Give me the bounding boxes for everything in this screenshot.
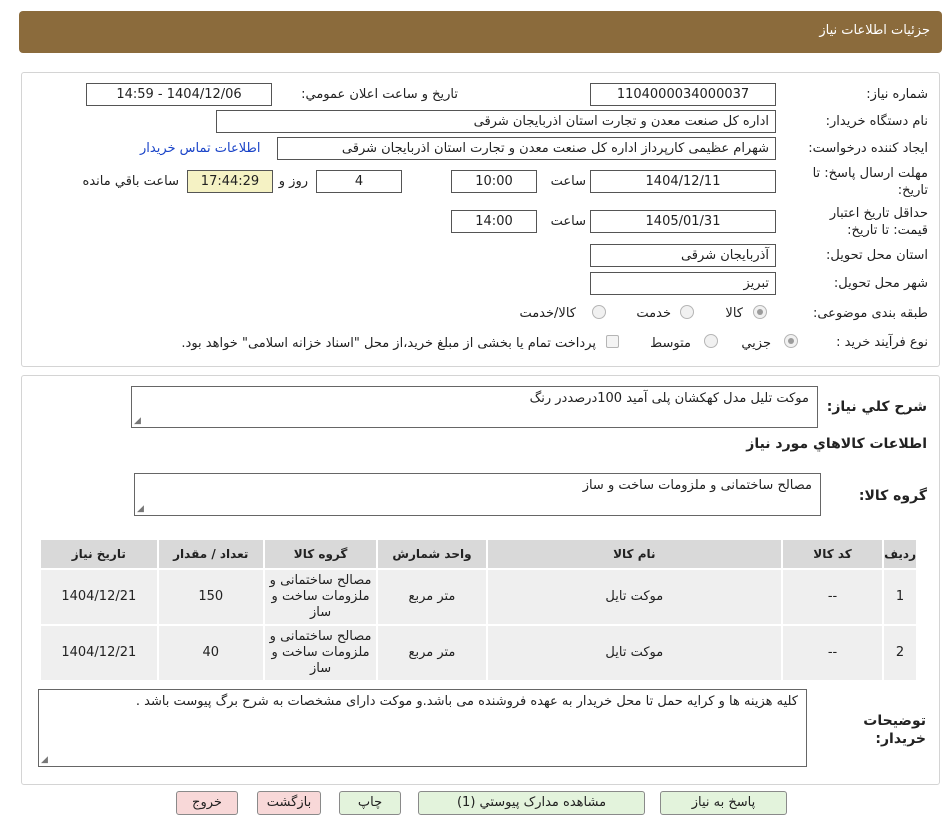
page-header: جزئیات اطلاعات نیاز [19, 11, 942, 53]
summary-label: شرح کلي نياز: [826, 399, 927, 415]
category-radio-goods-service[interactable] [592, 305, 606, 319]
city-field: تبریز [590, 272, 776, 295]
process-label: نوع فرآيند خريد : [836, 335, 928, 350]
cell-row: 1 [882, 568, 918, 626]
page-title: جزئیات اطلاعات نیاز [819, 23, 930, 38]
reply-days-field: 4 [316, 170, 402, 193]
need-number-field: 1104000034000037 [590, 83, 776, 106]
cell-date: 1404/12/21 [39, 568, 159, 626]
col-header-row: رديف [882, 538, 918, 570]
reply-button[interactable]: پاسخ به نياز [660, 791, 787, 815]
category-option-goods: کالا [725, 306, 743, 321]
cell-qty: 150 [156, 568, 265, 626]
treasury-note: پرداخت تمام یا بخشی از مبلغ خرید،از محل … [181, 336, 596, 351]
requester-label: ايجاد کننده درخواست: [808, 141, 928, 156]
goods-group-label: گروه کالا: [858, 488, 927, 504]
items-table: رديف کد کالا نام کالا واحد شمارش گروه کا… [39, 538, 918, 682]
reply-date-field: 1404/12/11 [590, 170, 776, 193]
process-radio-minor[interactable] [784, 334, 798, 348]
price-validity-date-field: 1405/01/31 [590, 210, 776, 233]
resize-grip-icon[interactable]: ◢ [41, 755, 48, 765]
price-validity-time-label: ساعت [550, 214, 586, 229]
cell-group: مصالح ساختمانی و ملزومات ساخت و ساز [262, 624, 379, 682]
attachments-button[interactable]: مشاهده مدارک پيوستي (1) [418, 791, 645, 815]
cell-code: -- [780, 568, 885, 626]
announce-field: 1404/12/06 - 14:59 [86, 83, 272, 106]
province-field: آذربایجان شرقی [590, 244, 776, 267]
summary-field: موکت تلیل مدل کهکشان پلی آمید 100درصددر … [131, 386, 818, 428]
price-validity-label: حداقل تاريخ اعتبار [829, 206, 928, 221]
buyer-contact-link[interactable]: اطلاعات تماس خريدار [140, 141, 260, 156]
category-radio-service[interactable] [680, 305, 694, 319]
col-header-unit: واحد شمارش [376, 538, 488, 570]
price-validity-time-field: 14:00 [451, 210, 537, 233]
notes-label: توضيحات [863, 713, 926, 729]
cell-unit: متر مربع [376, 624, 488, 682]
need-number-label: شماره نیاز: [866, 87, 928, 102]
reply-days-label: روز و [278, 174, 308, 189]
col-header-qty: تعداد / مقدار [156, 538, 265, 570]
reply-time-field: 10:00 [451, 170, 537, 193]
remaining-time-field: 17:44:29 [187, 170, 273, 193]
col-header-group: گروه کالا [262, 538, 379, 570]
col-header-code: کد کالا [780, 538, 885, 570]
cell-date: 1404/12/21 [39, 624, 159, 682]
treasury-checkbox[interactable] [606, 335, 619, 348]
cell-qty: 40 [156, 624, 265, 682]
cell-unit: متر مربع [376, 568, 488, 626]
resize-grip-icon[interactable]: ◢ [137, 504, 144, 514]
cell-group: مصالح ساختمانی و ملزومات ساخت و ساز [262, 568, 379, 626]
cell-code: -- [780, 624, 885, 682]
reply-time-label: ساعت [550, 174, 586, 189]
cell-row: 2 [882, 624, 918, 682]
remaining-time-label: ساعت باقي مانده [82, 174, 179, 189]
col-header-date: تاريخ نياز [39, 538, 159, 570]
notes-field: کلیه هزینه ها و کرایه حمل تا محل خریدار … [38, 689, 807, 767]
goods-group-text: مصالح ساختمانی و ملزومات ساخت و ساز [582, 478, 812, 493]
process-radio-medium[interactable] [704, 334, 718, 348]
cell-name: موکت تایل [485, 568, 783, 626]
process-option-minor: جزيي [741, 336, 771, 351]
reply-deadline-label: مهلت ارسال پاسخ: تا [812, 166, 928, 181]
reply-deadline-label-2: تاریخ: [897, 183, 928, 198]
notes-text: کلیه هزینه ها و کرایه حمل تا محل خریدار … [135, 694, 798, 709]
table-row: 1 -- موکت تایل متر مربع مصالح ساختمانی و… [39, 568, 918, 626]
category-option-service: خدمت [636, 306, 671, 321]
city-label: شهر محل تحويل: [833, 276, 928, 291]
goods-section-title: اطلاعات کالاهاي مورد نياز [746, 436, 927, 452]
province-label: استان محل تحويل: [826, 248, 928, 263]
resize-grip-icon[interactable]: ◢ [134, 416, 141, 426]
category-label: طبقه بندی موضوعی: [812, 306, 928, 321]
exit-button[interactable]: خروج [176, 791, 238, 815]
price-validity-label-2: قيمت: تا تاريخ: [847, 223, 928, 238]
col-header-name: نام کالا [485, 538, 783, 570]
notes-label-2: خريدار: [875, 731, 926, 747]
category-radio-goods[interactable] [753, 305, 767, 319]
goods-group-field: مصالح ساختمانی و ملزومات ساخت و ساز ◢ [134, 473, 821, 516]
announce-label: تاریخ و ساعت اعلان عمومي: [301, 87, 458, 102]
cell-name: موکت تایل [485, 624, 783, 682]
process-option-medium: متوسط [650, 336, 691, 351]
table-row: 2 -- موکت تایل متر مربع مصالح ساختمانی و… [39, 624, 918, 682]
category-option-goods-service: کالا/خدمت [519, 306, 576, 321]
buyer-org-field: اداره کل صنعت معدن و تجارت استان اذربایج… [216, 110, 776, 133]
buyer-org-label: نام دستگاه خريدار: [825, 114, 928, 129]
requester-field: شهرام عظیمی کارپرداز اداره کل صنعت معدن … [277, 137, 776, 160]
summary-text: موکت تلیل مدل کهکشان پلی آمید 100درصددر … [529, 391, 809, 406]
print-button[interactable]: چاپ [339, 791, 401, 815]
back-button[interactable]: بازگشت [257, 791, 321, 815]
